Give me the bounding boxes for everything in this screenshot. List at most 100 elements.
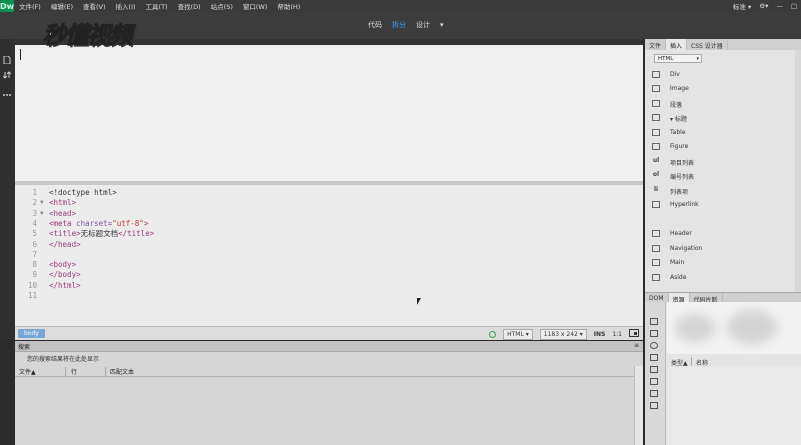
line-number: 7	[32, 249, 37, 259]
minimize-button[interactable]: —	[776, 2, 783, 10]
book-icon[interactable]	[650, 402, 658, 409]
insert-item[interactable]: ▾ 标题	[652, 112, 797, 124]
tab-design[interactable]: 设计	[416, 20, 430, 30]
code-token: </html>	[49, 280, 81, 290]
column-line[interactable]: 行	[71, 367, 77, 376]
sort-icon[interactable]	[2, 71, 12, 79]
preview-icon[interactable]	[629, 329, 639, 339]
code-line[interactable]: 4 <meta charset="utf-8">	[15, 219, 635, 229]
insert-item-label: 项目列表	[670, 160, 695, 167]
code-line[interactable]: 7	[15, 250, 635, 260]
image-icon[interactable]	[650, 318, 658, 325]
maximize-button[interactable]: □	[791, 2, 797, 10]
mouse-pointer-icon	[417, 298, 421, 305]
insert-item-label: 列表项	[670, 189, 689, 196]
color-icon[interactable]	[650, 330, 658, 337]
fold-toggle-icon[interactable]: ▼	[40, 198, 44, 208]
document-type-select[interactable]: HTML ▾	[503, 328, 533, 340]
insert-item-label: ▾ 标题	[670, 116, 687, 123]
link-icon[interactable]	[650, 342, 658, 349]
figure-icon	[652, 143, 660, 150]
line-number: 10	[27, 280, 37, 290]
tab-split[interactable]: 拆分	[392, 20, 406, 30]
chevron-down-icon[interactable]: ▾	[440, 21, 444, 29]
script-icon[interactable]	[650, 366, 658, 373]
scrollbar[interactable]	[795, 50, 801, 295]
insert-item-label: 段落	[670, 102, 683, 109]
code-line[interactable]: 11	[15, 291, 635, 301]
design-view[interactable]	[15, 45, 643, 182]
code-token: <body>	[49, 260, 77, 270]
line-number: 2	[32, 198, 37, 208]
left-toolbar	[0, 39, 15, 339]
tab-right-panel[interactable]: 文件	[645, 39, 667, 50]
media-icon[interactable]	[650, 354, 658, 361]
menu-item[interactable]: 查找(D)	[173, 1, 206, 11]
code-line[interactable]: 3 ▼ <head>	[15, 209, 635, 219]
column-match[interactable]: 匹配文本	[110, 367, 134, 376]
insert-item[interactable]: Header	[652, 228, 797, 240]
window-size-select[interactable]: 1183 x 242 ▾	[539, 328, 587, 340]
code-line[interactable]: 9 </body>	[15, 270, 635, 280]
insert-item[interactable]: Navigation	[652, 243, 797, 255]
tab-right-panel[interactable]: 插入	[666, 39, 688, 50]
menu-item[interactable]: 查看(V)	[78, 1, 111, 11]
more-icon[interactable]	[2, 91, 12, 99]
line-number: 4	[32, 218, 37, 228]
menu-item[interactable]: 帮助(H)	[272, 1, 305, 11]
insert-item[interactable]: Div	[652, 69, 797, 81]
fold-toggle-icon[interactable]: ▼	[40, 209, 44, 219]
code-token: "utf-8"	[112, 218, 144, 228]
menu-item[interactable]: 编辑(E)	[46, 1, 78, 11]
insert-category-select[interactable]: HTML ▾	[654, 54, 702, 63]
insert-item-label: Hyperlink	[670, 201, 699, 208]
scrollbar[interactable]	[634, 366, 643, 445]
workspace-switcher[interactable]: 标准 ▾	[733, 1, 751, 11]
insert-item[interactable]: Image	[652, 83, 797, 95]
menu-item[interactable]: 窗口(W)	[238, 1, 273, 11]
insert-item[interactable]: Main	[652, 257, 797, 269]
insert-item[interactable]: Aside	[652, 272, 797, 284]
code-view[interactable]: 1 <!doctype html> 2 ▼ <html> 3 ▼ <head> 4 <meta c…	[15, 185, 643, 326]
paragraph-icon	[652, 100, 660, 107]
validation-icon[interactable]	[489, 330, 497, 338]
tag-selector-body[interactable]: body	[18, 329, 45, 338]
assets-list[interactable]	[667, 367, 801, 445]
menu-item[interactable]: 工具(T)	[141, 1, 173, 11]
column-file[interactable]: 文件▲	[19, 367, 36, 376]
menu-item[interactable]: 文件(F)	[14, 1, 46, 11]
code-line[interactable]: 10 </html>	[15, 281, 635, 291]
panel-menu-icon[interactable]: ≡	[634, 342, 639, 349]
code-line[interactable]: 6 </head>	[15, 240, 635, 250]
cursor-position: 1:1	[612, 330, 622, 338]
tab-search[interactable]: 搜索	[18, 342, 30, 351]
code-text: <head>	[49, 209, 76, 219]
insert-item[interactable]: Figure	[652, 141, 797, 153]
template-icon[interactable]	[650, 378, 658, 385]
tab-code[interactable]: 代码	[368, 20, 382, 30]
insert-item[interactable]: ol 编号列表	[652, 170, 797, 182]
tab-right-panel[interactable]: CSS 设计器	[687, 39, 728, 50]
code-line[interactable]: 5 <title>无标题文档</title>	[15, 229, 635, 239]
status-bar: body HTML ▾ 1183 x 242 ▾ INS 1:1	[15, 326, 643, 340]
code-line[interactable]: 8 <body>	[15, 260, 635, 270]
column-name[interactable]: 名称	[696, 358, 708, 367]
code-line[interactable]: 1 <!doctype html>	[15, 188, 635, 198]
gear-icon[interactable]: ⚙▾	[759, 2, 768, 10]
code-line[interactable]: 2 ▼ <html>	[15, 198, 635, 208]
insert-item[interactable]: Table	[652, 127, 797, 139]
code-token: </body>	[49, 270, 81, 280]
library-icon[interactable]	[650, 390, 658, 397]
menu-item[interactable]: 站点(S)	[206, 1, 238, 11]
insert-item[interactable]: li 列表项	[652, 185, 797, 197]
div-icon	[652, 71, 660, 78]
insert-item[interactable]: Hyperlink	[652, 199, 797, 211]
menu-item[interactable]: 插入(I)	[111, 1, 141, 11]
insert-item[interactable]: 段落	[652, 98, 797, 110]
insert-item-label: Aside	[670, 274, 687, 281]
column-type[interactable]: 类型▲	[671, 358, 688, 367]
insert-item[interactable]: ul 项目列表	[652, 156, 797, 168]
text-cursor	[20, 49, 21, 60]
code-text: </head>	[49, 240, 81, 250]
file-icon[interactable]	[2, 55, 12, 65]
